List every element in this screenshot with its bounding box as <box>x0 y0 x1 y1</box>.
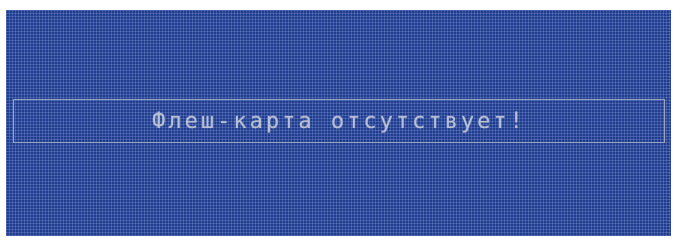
lcd-screen: Флеш-карта отсутствует! <box>6 10 671 236</box>
message-frame: Флеш-карта отсутствует! <box>13 99 665 143</box>
status-message: Флеш-карта отсутствует! <box>152 108 526 134</box>
